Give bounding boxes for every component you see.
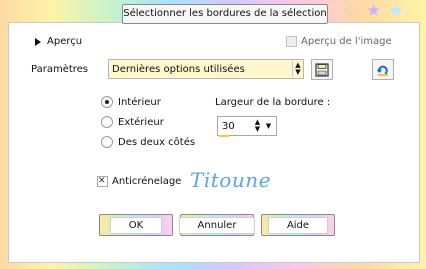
star-icon: ★ (366, 1, 382, 21)
antialias-label: Anticrénelage (112, 176, 182, 187)
radio-indicator (101, 116, 113, 128)
expand-arrow-icon (35, 37, 41, 46)
save-preset-icon (315, 62, 329, 77)
ok-button-label: OK (109, 216, 163, 234)
location-both-label: Des deux côtés (118, 136, 196, 148)
location-inside-label: Intérieur (118, 96, 161, 108)
help-button-label: Aide (267, 216, 329, 234)
location-outside-radio[interactable]: Extérieur (101, 116, 164, 128)
location-both-radio[interactable]: Des deux côtés (101, 136, 195, 148)
presets-label: Paramètres (31, 64, 89, 75)
help-button[interactable]: Aide (261, 214, 335, 236)
spinner-accent-bar (219, 135, 229, 137)
save-preset-button[interactable] (311, 59, 333, 80)
moon-icon: ☾ (345, 1, 361, 21)
image-preview-option[interactable]: Aperçu de l'image (286, 36, 392, 47)
reset-button[interactable] (372, 59, 394, 80)
reset-icon (377, 65, 388, 76)
ok-button[interactable]: OK (99, 214, 173, 236)
preview-label: Aperçu (47, 36, 83, 47)
border-width-value[interactable]: 30 (218, 121, 252, 132)
antialias-checkbox[interactable] (97, 175, 108, 187)
chevron-down-icon[interactable]: ▼ (263, 122, 274, 130)
image-preview-checkbox[interactable] (286, 36, 297, 47)
cancel-button-label: Annuler (178, 216, 256, 234)
dropdown-spinner-icon: ▲ ▼ (292, 61, 303, 77)
border-width-label: Largeur de la bordure : (215, 97, 331, 108)
radio-indicator (101, 136, 113, 148)
location-inside-radio[interactable]: Intérieur (101, 96, 161, 108)
cancel-button[interactable]: Annuler (178, 214, 256, 236)
radio-indicator (101, 96, 113, 108)
star-icon: ★ (388, 1, 404, 21)
presets-dropdown[interactable]: Dernières options utilisées ▲ ▼ (108, 59, 304, 79)
antialias-option[interactable]: Anticrénelage (97, 175, 182, 187)
image-preview-label: Aperçu de l'image (301, 36, 392, 47)
watermark-signature: Titoune (190, 168, 271, 192)
preview-toggle[interactable]: Aperçu (35, 36, 82, 47)
border-width-spinner[interactable]: 30 ▲ ▼ ▼ (217, 116, 277, 136)
presets-value: Dernières options utilisées (112, 63, 245, 75)
spinner-arrows-icon[interactable]: ▲ ▼ (252, 119, 263, 133)
dialog-title: Sélectionner les bordures de la sélectio… (122, 4, 328, 24)
location-outside-label: Extérieur (118, 116, 164, 128)
